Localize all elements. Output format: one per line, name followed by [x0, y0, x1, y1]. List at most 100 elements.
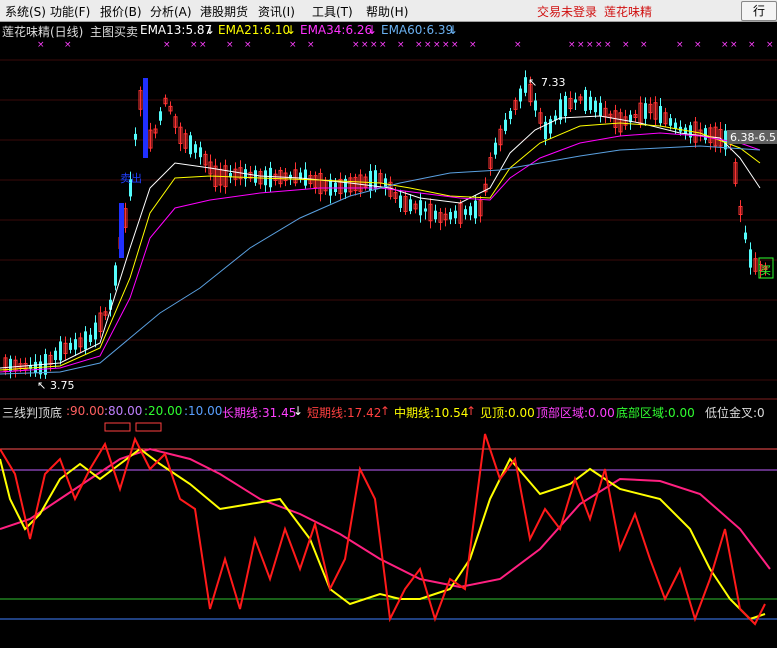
candle-down — [84, 331, 87, 350]
candle-down — [89, 334, 92, 343]
signal-marker: × — [577, 40, 585, 50]
signal-marker: × — [766, 40, 774, 50]
signal-marker: × — [352, 40, 360, 50]
ema13-label: EMA13:5.87 — [140, 23, 213, 37]
candle-down — [434, 210, 437, 220]
candle-down — [534, 100, 537, 111]
candle-down — [594, 100, 597, 113]
menu-hk-futures[interactable]: 港股期货 — [200, 3, 248, 20]
stock-name: 莲花味精 — [604, 5, 653, 19]
level-20: :20.00 — [144, 404, 183, 418]
signal-marker: × — [514, 40, 522, 50]
candlestick-chart[interactable]: × × × × × × × × × × × × × × × × × × × × × × × × × × × × × × × × × ×↖ 7.33↖… — [0, 38, 777, 400]
mid-line-arrow: ↑ — [466, 404, 477, 418]
candle-down — [454, 210, 457, 219]
candle-down — [659, 106, 662, 124]
candle-down — [559, 99, 562, 120]
oscillator-chart[interactable] — [0, 419, 777, 648]
ema21-arrow: ↓ — [286, 23, 297, 37]
signal-marker: × — [604, 40, 612, 50]
candle-down — [409, 199, 412, 212]
signal-marker: × — [442, 40, 450, 50]
candle-down — [469, 206, 472, 216]
signal-marker: × — [163, 40, 171, 50]
main-chart-header: 莲花味精(日线) 主图买卖 EMA13:5.87 ↓ EMA21:6.10 ↓ … — [0, 22, 777, 39]
low-arrow: ↖ — [37, 379, 46, 392]
signal-marker: × — [595, 40, 603, 50]
candle-down — [749, 249, 752, 268]
candle-down — [584, 89, 587, 111]
signal-bar — [119, 203, 124, 258]
candle-down — [159, 111, 162, 121]
candle-down — [54, 350, 57, 361]
candle-down — [704, 128, 707, 140]
long-line-arrow: ↓ — [293, 404, 304, 418]
signal-marker: × — [226, 40, 234, 50]
signal-marker: × — [289, 40, 297, 50]
candle-down — [589, 96, 592, 110]
signal-marker: × — [199, 40, 207, 50]
signal-marker: × — [622, 40, 630, 50]
menu-help[interactable]: 帮助(H) — [366, 3, 408, 20]
signal-marker: × — [424, 40, 432, 50]
menu-info[interactable]: 资讯(I) — [258, 3, 295, 20]
menu-bar: 系统(S) 功能(F) 报价(B) 分析(A) 港股期货 资讯(I) 工具(T)… — [0, 0, 777, 22]
candle-down — [474, 200, 477, 219]
candle-down — [669, 118, 672, 126]
candle-down — [114, 265, 117, 286]
ema34-line — [0, 132, 761, 373]
high-arrow: ↖ — [528, 76, 537, 89]
menu-system[interactable]: 系统(S) — [5, 3, 46, 20]
signal-marker: × — [640, 40, 648, 50]
signal-marker: × — [244, 40, 252, 50]
candle-down — [134, 133, 137, 140]
ema13-line — [0, 115, 761, 369]
login-status[interactable]: 交易未登录 — [537, 3, 597, 20]
trade-button[interactable]: 行 — [741, 1, 777, 21]
level-80: :80.00 — [104, 404, 143, 418]
signal-marker: × — [379, 40, 387, 50]
candle-down — [744, 232, 747, 240]
ema21-line — [0, 122, 761, 371]
buy-signal-label: 买 — [760, 264, 771, 277]
candle-down — [424, 208, 427, 212]
candle-down — [644, 103, 647, 119]
menu-tools[interactable]: 工具(T) — [312, 3, 353, 20]
ema34-arrow: ↓ — [367, 23, 378, 37]
signal-marker: × — [37, 40, 45, 50]
candle-down — [199, 147, 202, 158]
candle-down — [189, 135, 192, 155]
signal-bar — [143, 78, 148, 158]
signal-marker: × — [586, 40, 594, 50]
signal-marker: × — [451, 40, 459, 50]
candle-down — [194, 144, 197, 153]
candle-down — [254, 170, 257, 183]
candle-down — [334, 182, 337, 193]
candle-down — [74, 339, 77, 350]
signal-marker: × — [190, 40, 198, 50]
signal-marker: × — [361, 40, 369, 50]
menu-analysis[interactable]: 分析(A) — [150, 3, 192, 20]
signal-marker: × — [433, 40, 441, 50]
signal-marker: × — [748, 40, 756, 50]
signal-marker: × — [469, 40, 477, 50]
menu-function[interactable]: 功能(F) — [50, 3, 90, 20]
candle-down — [59, 341, 62, 361]
candle-down — [504, 119, 507, 131]
ema34-label: EMA34:6.26 — [300, 23, 373, 37]
candle-down — [269, 167, 272, 188]
menu-quote[interactable]: 报价(B) — [100, 3, 142, 20]
ema13-arrow: ↓ — [205, 23, 216, 37]
signal-marker: × — [694, 40, 702, 50]
candle-down — [494, 142, 497, 155]
level-90: :90.00 — [66, 404, 105, 418]
candle-down — [449, 212, 452, 220]
candle-down — [399, 195, 402, 208]
candle-down — [549, 119, 552, 134]
short-line-arrow: ↑ — [380, 404, 391, 418]
sell-signal-label: 卖出 — [120, 171, 142, 185]
low-price-label: 3.75 — [50, 379, 75, 392]
top-zone-mark — [135, 422, 162, 432]
signal-marker: × — [397, 40, 405, 50]
candle-down — [94, 322, 97, 340]
